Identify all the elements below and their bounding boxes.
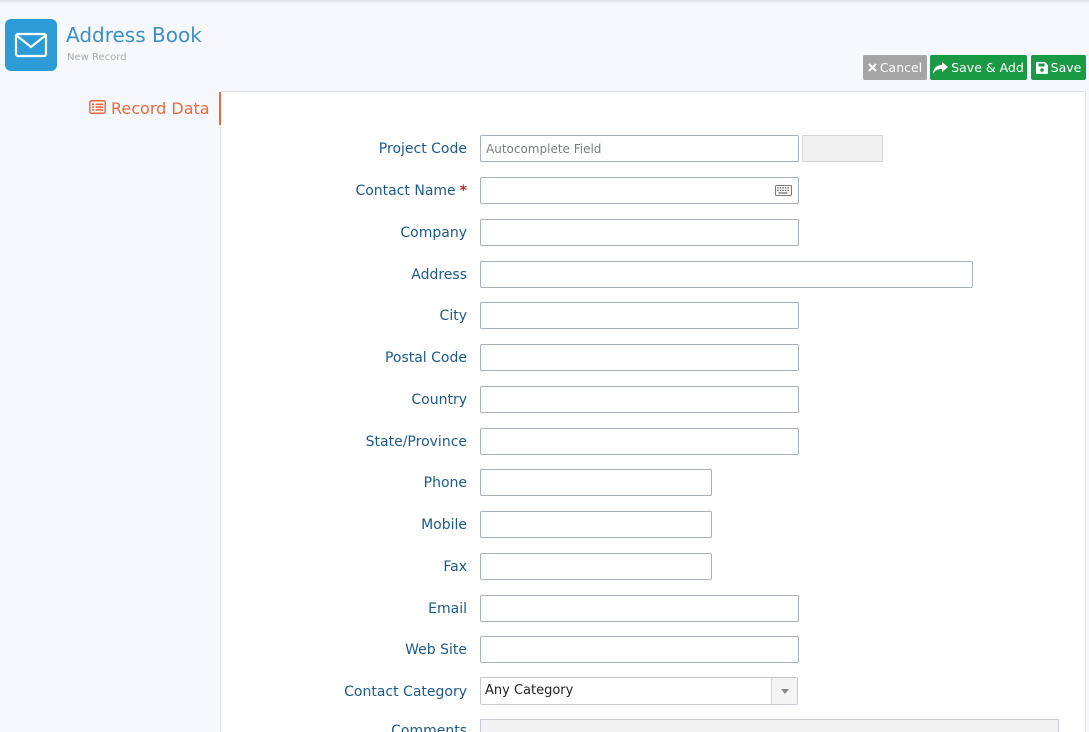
chevron-down-icon[interactable]: [771, 678, 797, 704]
app-subtitle: New Record: [67, 52, 127, 63]
tab-label: Record Data: [111, 98, 210, 118]
mobile-label: Mobile: [421, 517, 467, 533]
address-input[interactable]: [480, 261, 973, 288]
phone-label: Phone: [423, 475, 467, 491]
company-label: Company: [400, 225, 467, 241]
phone-input[interactable]: [480, 469, 712, 496]
app-title: Address Book: [66, 23, 202, 47]
top-shadow: [0, 0, 1089, 4]
contact-name-label: Contact Name *: [355, 183, 467, 199]
list-icon: [89, 99, 106, 118]
envelope-icon: [14, 32, 48, 58]
city-input[interactable]: [480, 302, 799, 329]
comments-textarea[interactable]: [480, 719, 1059, 732]
postal-code-input[interactable]: [480, 344, 799, 371]
postal-code-label: Postal Code: [384, 350, 467, 366]
contact-name-input[interactable]: [480, 177, 799, 204]
active-tab-marker: [219, 92, 221, 125]
project-code-input[interactable]: [480, 135, 799, 162]
contact-category-label: Contact Category: [344, 684, 467, 700]
share-arrow-icon: [933, 61, 949, 74]
cancel-label: Cancel: [879, 60, 923, 75]
email-input[interactable]: [480, 595, 799, 622]
save-button[interactable]: Save: [1031, 55, 1086, 80]
company-input[interactable]: [480, 219, 799, 246]
state-province-label: State/Province: [365, 434, 467, 450]
comments-label: Comments: [391, 723, 467, 732]
required-marker: *: [459, 183, 467, 199]
email-label: Email: [428, 601, 467, 617]
contact-category-select[interactable]: Any Category: [480, 677, 798, 705]
save-and-add-label: Save & Add: [951, 60, 1024, 75]
contact-category-value: Any Category: [485, 683, 574, 698]
website-input[interactable]: [480, 636, 799, 663]
mobile-input[interactable]: [480, 511, 712, 538]
state-province-input[interactable]: [480, 428, 799, 455]
address-label: Address: [411, 267, 467, 283]
country-label: Country: [411, 392, 467, 408]
floppy-disk-icon: [1035, 61, 1048, 74]
save-label: Save: [1050, 60, 1082, 75]
cancel-button[interactable]: Cancel: [863, 55, 927, 80]
tab-record-data[interactable]: Record Data: [89, 98, 210, 118]
keyboard-icon[interactable]: [775, 183, 792, 201]
fax-label: Fax: [443, 559, 467, 575]
country-input[interactable]: [480, 386, 799, 413]
fax-input[interactable]: [480, 553, 712, 580]
city-label: City: [439, 308, 467, 324]
project-code-description: [802, 135, 883, 162]
website-label: Web Site: [405, 642, 467, 658]
close-icon: [868, 63, 877, 72]
app-icon: [5, 19, 57, 71]
save-and-add-button[interactable]: Save & Add: [930, 55, 1027, 80]
project-code-label: Project Code: [378, 141, 467, 157]
